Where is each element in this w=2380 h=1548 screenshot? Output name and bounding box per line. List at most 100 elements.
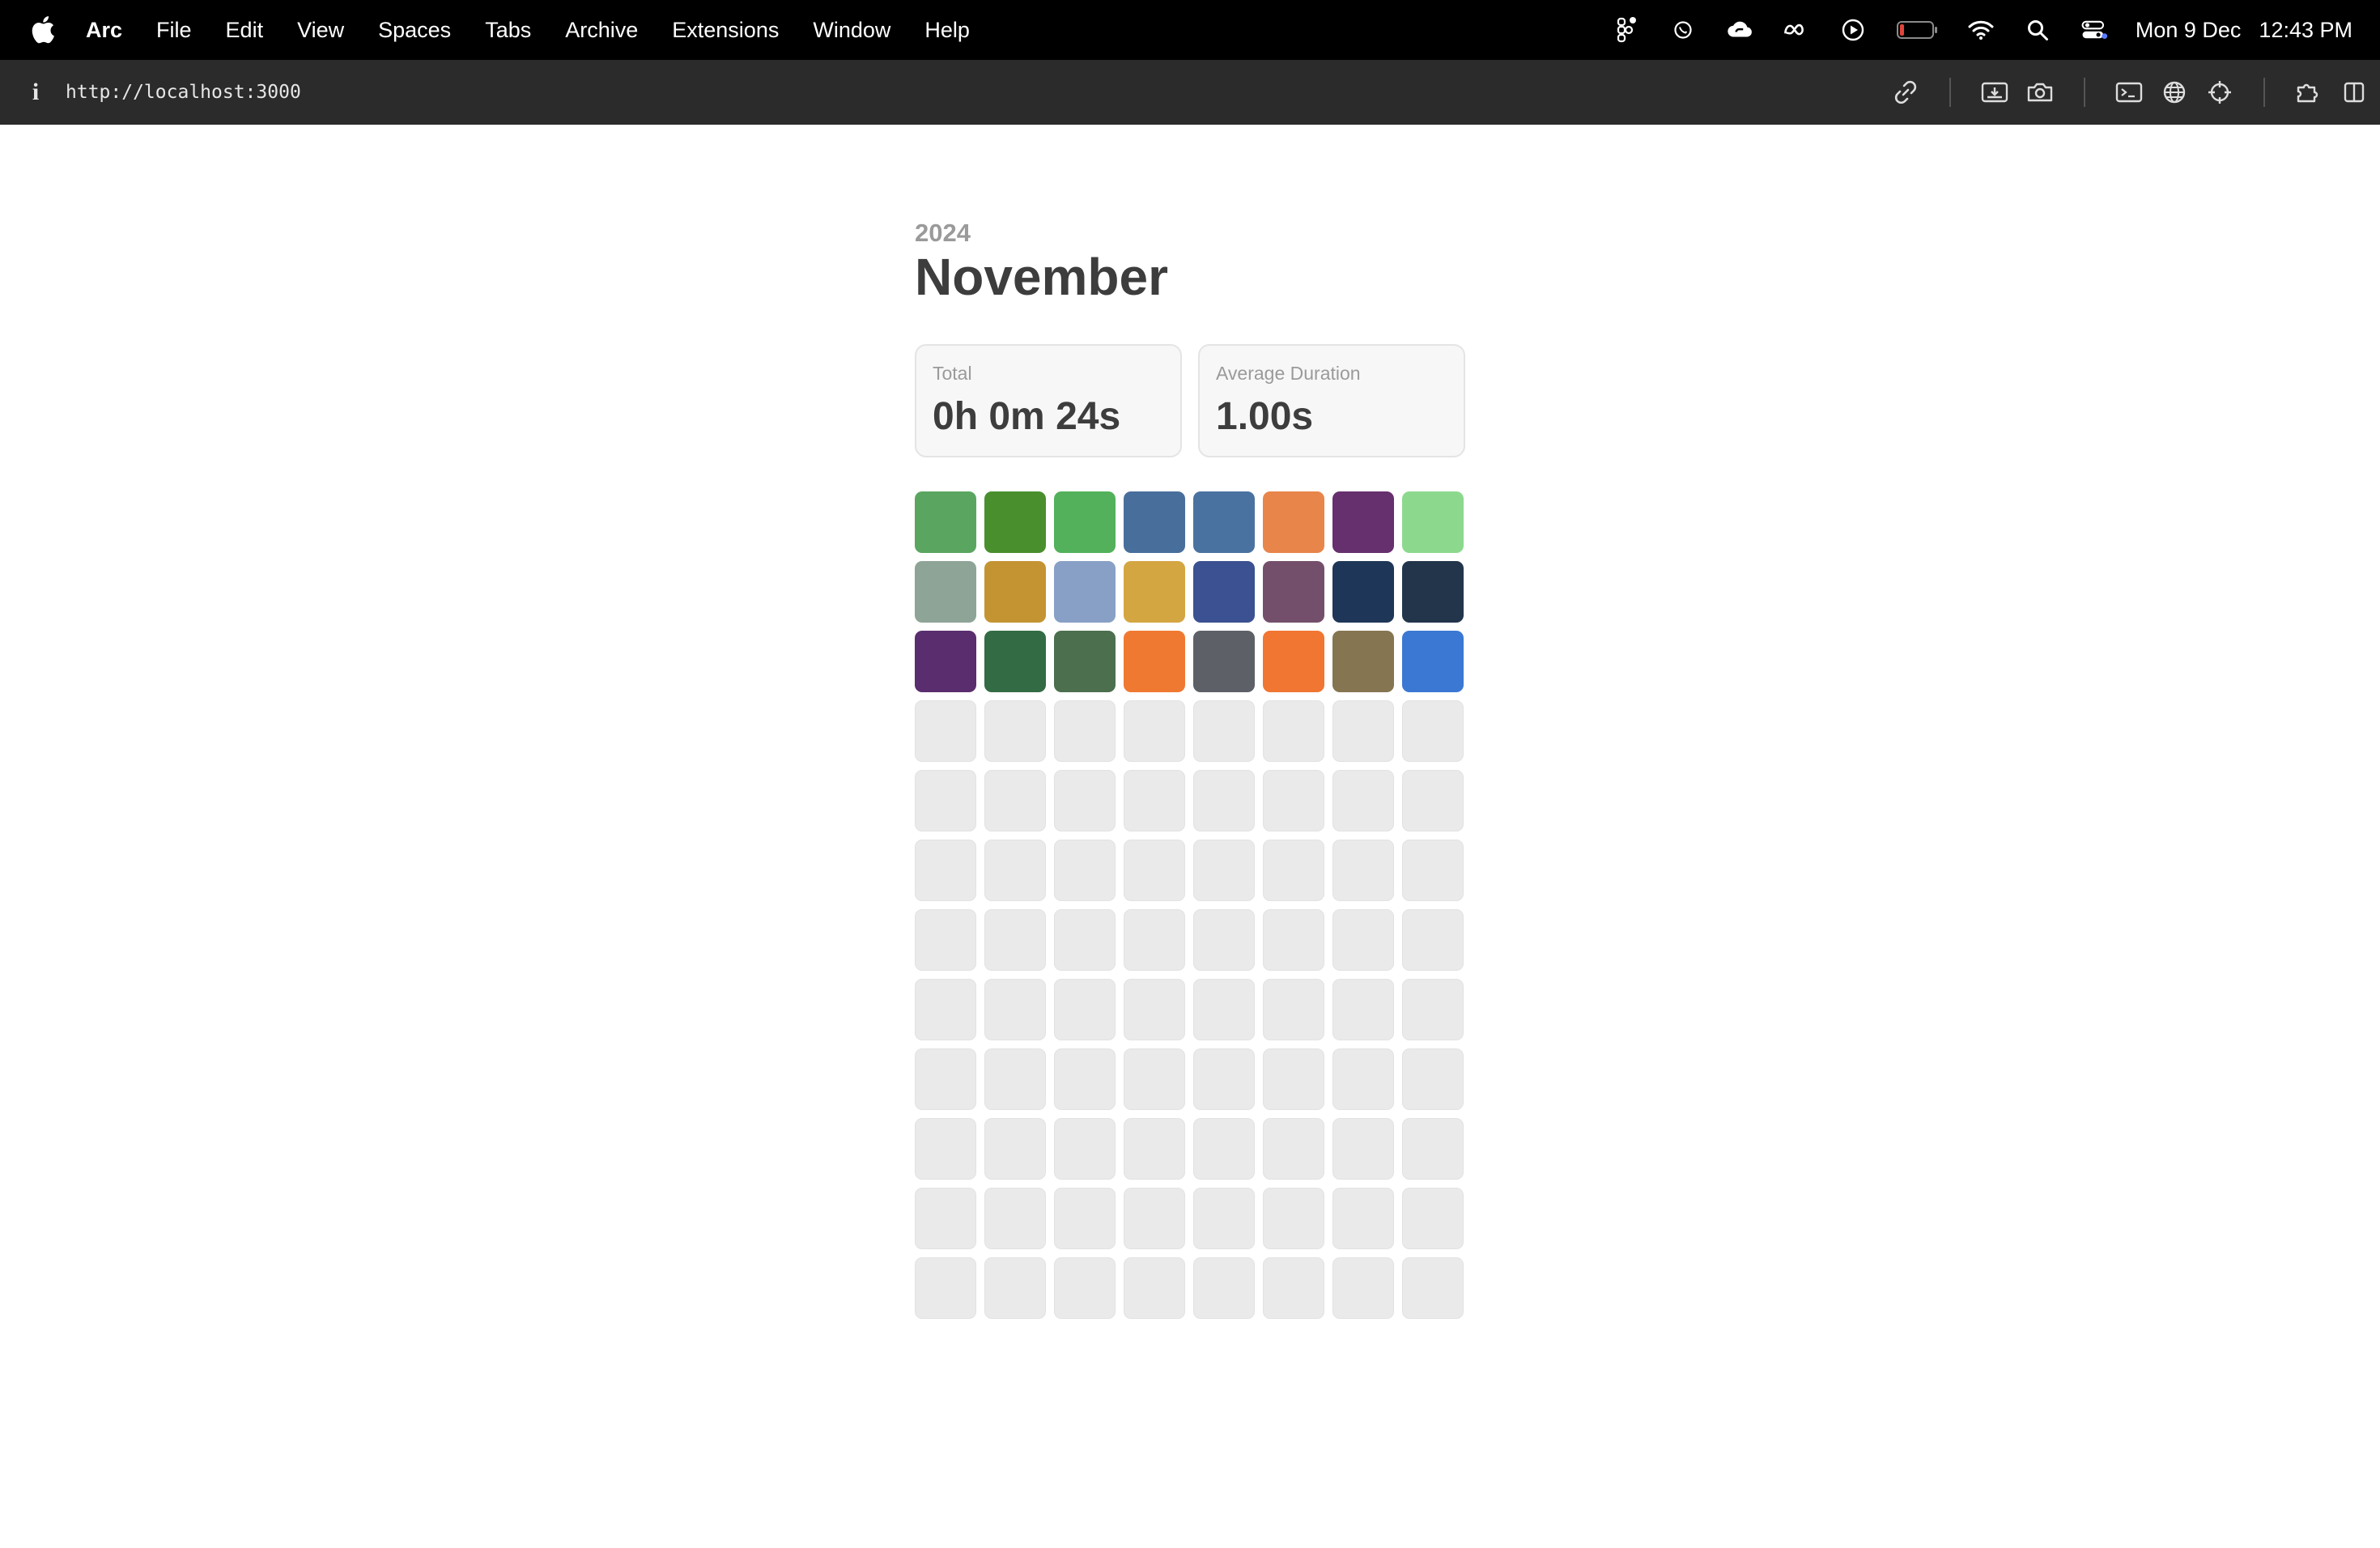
battery-icon[interactable]: [1896, 16, 1938, 44]
camera-icon[interactable]: [2024, 76, 2056, 108]
menu-app-name[interactable]: Arc: [86, 18, 122, 43]
year-label: 2024: [915, 219, 971, 247]
grid-cell-empty: [1332, 770, 1394, 831]
grid-cell-empty: [1124, 770, 1185, 831]
menu-help[interactable]: Help: [924, 18, 970, 43]
wifi-icon[interactable]: [1967, 16, 1995, 44]
grid-cell-empty: [1402, 1118, 1464, 1180]
url-field[interactable]: http://localhost:3000: [66, 79, 301, 105]
grid-cell-empty: [1332, 1118, 1394, 1180]
grid-cell-filled: [1332, 491, 1394, 553]
grid-cell-empty: [1054, 770, 1116, 831]
menu-spaces[interactable]: Spaces: [378, 18, 451, 43]
grid-cell-empty: [1402, 979, 1464, 1040]
browser-toolbar: i http://localhost:3000: [0, 60, 2380, 125]
grid-cell-empty: [984, 1188, 1046, 1249]
grid-cell-empty: [915, 700, 976, 762]
crosshair-icon[interactable]: [2204, 76, 2236, 108]
grid-cell-empty: [984, 840, 1046, 901]
grid-cell-filled: [1054, 491, 1116, 553]
grid-cell-filled: [1332, 561, 1394, 623]
grid-cell-empty: [1124, 700, 1185, 762]
menu-view[interactable]: View: [297, 18, 344, 43]
grid-cell-filled: [1402, 631, 1464, 692]
grid-cell-empty: [1263, 1118, 1324, 1180]
grid-cell-filled: [915, 561, 976, 623]
grid-cell-empty: [1124, 909, 1185, 971]
grid-cell-empty: [984, 1118, 1046, 1180]
play-icon[interactable]: [1839, 16, 1867, 44]
creative-cloud-icon[interactable]: [1726, 16, 1753, 44]
grid-cell-filled: [915, 491, 976, 553]
grid-cell-empty: [1124, 1118, 1185, 1180]
menu-extensions[interactable]: Extensions: [672, 18, 779, 43]
grid-cell-empty: [1263, 1048, 1324, 1110]
grid-cell-filled: [1054, 631, 1116, 692]
grid-cell-empty: [1332, 1257, 1394, 1319]
menu-tabs[interactable]: Tabs: [485, 18, 531, 43]
menu-archive[interactable]: Archive: [565, 18, 638, 43]
grid-cell-empty: [1332, 1048, 1394, 1110]
search-icon[interactable]: [2024, 16, 2051, 44]
capture-icon[interactable]: [1978, 76, 2011, 108]
grid-cell-empty: [1124, 1257, 1185, 1319]
color-grid: [915, 491, 1465, 1319]
grid-cell-filled: [984, 491, 1046, 553]
page-content: 2024 November Total 0h 0m 24s Average Du…: [915, 219, 1465, 1319]
grid-cell-empty: [1332, 909, 1394, 971]
grid-cell-empty: [1193, 909, 1255, 971]
grid-cell-empty: [1124, 840, 1185, 901]
grid-cell-filled: [984, 631, 1046, 692]
grid-cell-filled: [1263, 631, 1324, 692]
link-icon[interactable]: [1889, 76, 1922, 108]
grid-cell-filled: [1124, 491, 1185, 553]
grid-cell-filled: [1332, 631, 1394, 692]
grid-cell-empty: [984, 979, 1046, 1040]
grid-cell-empty: [1054, 909, 1116, 971]
grid-cell-empty: [915, 1048, 976, 1110]
month-title: November: [915, 248, 1168, 306]
grid-cell-empty: [1193, 979, 1255, 1040]
grid-cell-filled: [1124, 631, 1185, 692]
grid-cell-filled: [1193, 491, 1255, 553]
grid-cell-empty: [1193, 1257, 1255, 1319]
terminal-icon[interactable]: [2113, 76, 2145, 108]
grid-cell-empty: [1332, 840, 1394, 901]
grid-cell-empty: [984, 700, 1046, 762]
control-center-icon[interactable]: [2080, 16, 2108, 44]
grid-cell-empty: [915, 840, 976, 901]
site-info-icon[interactable]: i: [28, 78, 44, 107]
figma-icon[interactable]: [1613, 16, 1640, 44]
grid-cell-empty: [1402, 1188, 1464, 1249]
grid-cell-empty: [1054, 700, 1116, 762]
menu-bar: Arc File Edit View Spaces Tabs Archive E…: [0, 0, 2380, 60]
average-duration-card: Average Duration 1.00s: [1198, 344, 1465, 457]
globe-icon[interactable]: [2158, 76, 2191, 108]
menu-edit[interactable]: Edit: [226, 18, 264, 43]
grid-cell-empty: [1332, 1188, 1394, 1249]
grid-cell-empty: [1263, 979, 1324, 1040]
grid-cell-empty: [1193, 1188, 1255, 1249]
grid-cell-filled: [1402, 491, 1464, 553]
grid-cell-filled: [1263, 491, 1324, 553]
grid-cell-empty: [1124, 1188, 1185, 1249]
whatsapp-icon[interactable]: [1669, 16, 1697, 44]
grid-cell-filled: [1193, 631, 1255, 692]
grid-cell-empty: [1402, 770, 1464, 831]
grid-cell-empty: [1263, 700, 1324, 762]
grid-cell-empty: [915, 770, 976, 831]
extensions-icon[interactable]: [2293, 76, 2325, 108]
apple-icon[interactable]: [31, 11, 58, 47]
average-duration-label: Average Duration: [1216, 363, 1361, 384]
grid-cell-empty: [1263, 840, 1324, 901]
grid-cell-filled: [1124, 561, 1185, 623]
grid-cell-empty: [915, 1118, 976, 1180]
stats-row: Total 0h 0m 24s Average Duration 1.00s: [915, 344, 1465, 459]
menu-bar-clock[interactable]: Mon 9 Dec 12:43 PM: [2136, 18, 2352, 43]
total-value: 0h 0m 24s: [933, 395, 1121, 438]
menu-window[interactable]: Window: [813, 18, 890, 43]
meta-icon[interactable]: [1783, 16, 1810, 44]
grid-cell-empty: [1193, 840, 1255, 901]
menu-file[interactable]: File: [156, 18, 192, 43]
sidebar-icon[interactable]: [2338, 76, 2370, 108]
